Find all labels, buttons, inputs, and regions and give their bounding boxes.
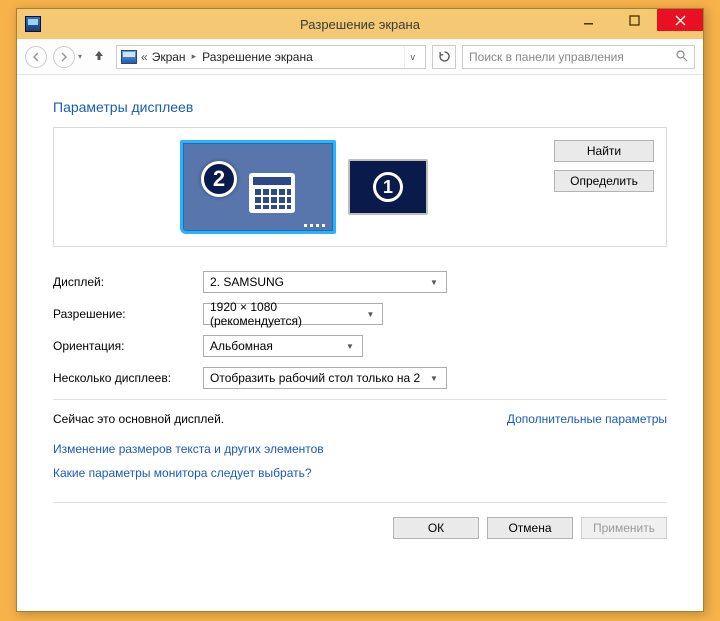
monitor-1[interactable]: 1 bbox=[348, 159, 428, 215]
divider bbox=[53, 399, 667, 400]
address-bar[interactable]: « Экран ▸ Разрешение экрана v bbox=[116, 45, 426, 69]
monitor-arrangement-area[interactable]: 2 1 bbox=[54, 128, 554, 246]
breadcrumb-seg-screen[interactable]: Экран bbox=[152, 50, 186, 64]
taskbar-dots-icon bbox=[304, 224, 325, 227]
multiple-displays-select[interactable]: Отобразить рабочий стол только на 2 ▼ bbox=[203, 367, 447, 389]
breadcrumb-seg-resolution[interactable]: Разрешение экрана bbox=[202, 50, 313, 64]
titlebar: Разрешение экрана bbox=[17, 9, 703, 39]
ok-button[interactable]: ОК bbox=[393, 517, 479, 539]
display-label: Дисплей: bbox=[53, 275, 203, 289]
monitor-2-number: 2 bbox=[201, 161, 237, 197]
orientation-label: Ориентация: bbox=[53, 339, 203, 353]
chevron-down-icon: ▼ bbox=[342, 336, 358, 356]
orientation-select[interactable]: Альбомная ▼ bbox=[203, 335, 363, 357]
resolution-select[interactable]: 1920 × 1080 (рекомендуется) ▼ bbox=[203, 303, 383, 325]
resolution-value: 1920 × 1080 (рекомендуется) bbox=[210, 300, 363, 328]
primary-display-status: Сейчас это основной дисплей. bbox=[53, 412, 224, 426]
orientation-value: Альбомная bbox=[210, 339, 273, 353]
back-button[interactable] bbox=[25, 46, 47, 68]
content-area: Параметры дисплеев 2 1 Найти Определить … bbox=[17, 75, 703, 539]
display-settings-form: Дисплей: 2. SAMSUNG ▼ Разрешение: 1920 ×… bbox=[53, 271, 667, 389]
display-select[interactable]: 2. SAMSUNG ▼ bbox=[203, 271, 447, 293]
up-button[interactable] bbox=[92, 48, 106, 65]
apply-button[interactable]: Применить bbox=[581, 517, 667, 539]
chevron-down-icon: ▼ bbox=[426, 368, 442, 388]
breadcrumb-prefix: « bbox=[141, 50, 148, 64]
app-icon bbox=[25, 16, 41, 32]
forward-button[interactable] bbox=[53, 46, 75, 68]
history-dropdown[interactable]: ▾ bbox=[78, 52, 82, 61]
dialog-footer: ОК Отмена Применить bbox=[53, 503, 667, 539]
page-heading: Параметры дисплеев bbox=[53, 99, 667, 115]
monitor-side-buttons: Найти Определить bbox=[554, 128, 666, 246]
multiple-displays-label: Несколько дисплеев: bbox=[53, 371, 203, 385]
monitor-arrangement-box: 2 1 Найти Определить bbox=[53, 127, 667, 247]
search-input[interactable]: Поиск в панели управления bbox=[462, 45, 695, 69]
display-value: 2. SAMSUNG bbox=[210, 275, 284, 289]
explorer-navbar: ▾ « Экран ▸ Разрешение экрана v Поиск в … bbox=[17, 39, 703, 75]
display-icon bbox=[121, 50, 137, 64]
monitor-1-number: 1 bbox=[373, 172, 403, 202]
text-size-link[interactable]: Изменение размеров текста и других элеме… bbox=[53, 442, 667, 456]
which-settings-link[interactable]: Какие параметры монитора следует выбрать… bbox=[53, 466, 667, 480]
detect-button[interactable]: Определить bbox=[554, 170, 654, 192]
advanced-settings-link[interactable]: Дополнительные параметры bbox=[507, 412, 667, 426]
find-button[interactable]: Найти bbox=[554, 140, 654, 162]
search-icon bbox=[675, 49, 688, 65]
search-placeholder: Поиск в панели управления bbox=[469, 50, 624, 64]
resolution-label: Разрешение: bbox=[53, 307, 203, 321]
cancel-button[interactable]: Отмена bbox=[487, 517, 573, 539]
close-button[interactable] bbox=[657, 9, 703, 31]
multiple-displays-value: Отобразить рабочий стол только на 2 bbox=[210, 371, 420, 385]
screen-resolution-window: Разрешение экрана ▾ « Экран bbox=[16, 8, 704, 612]
chevron-right-icon[interactable]: ▸ bbox=[192, 51, 197, 62]
window-controls bbox=[565, 9, 703, 31]
minimize-button[interactable] bbox=[565, 9, 611, 31]
chevron-down-icon: ▼ bbox=[426, 272, 442, 292]
maximize-button[interactable] bbox=[611, 9, 657, 31]
refresh-button[interactable] bbox=[432, 45, 456, 69]
address-dropdown[interactable]: v bbox=[404, 46, 422, 68]
monitor-2[interactable]: 2 bbox=[180, 140, 336, 234]
chevron-down-icon: ▼ bbox=[363, 304, 378, 324]
calendar-overlay-icon bbox=[249, 173, 295, 213]
